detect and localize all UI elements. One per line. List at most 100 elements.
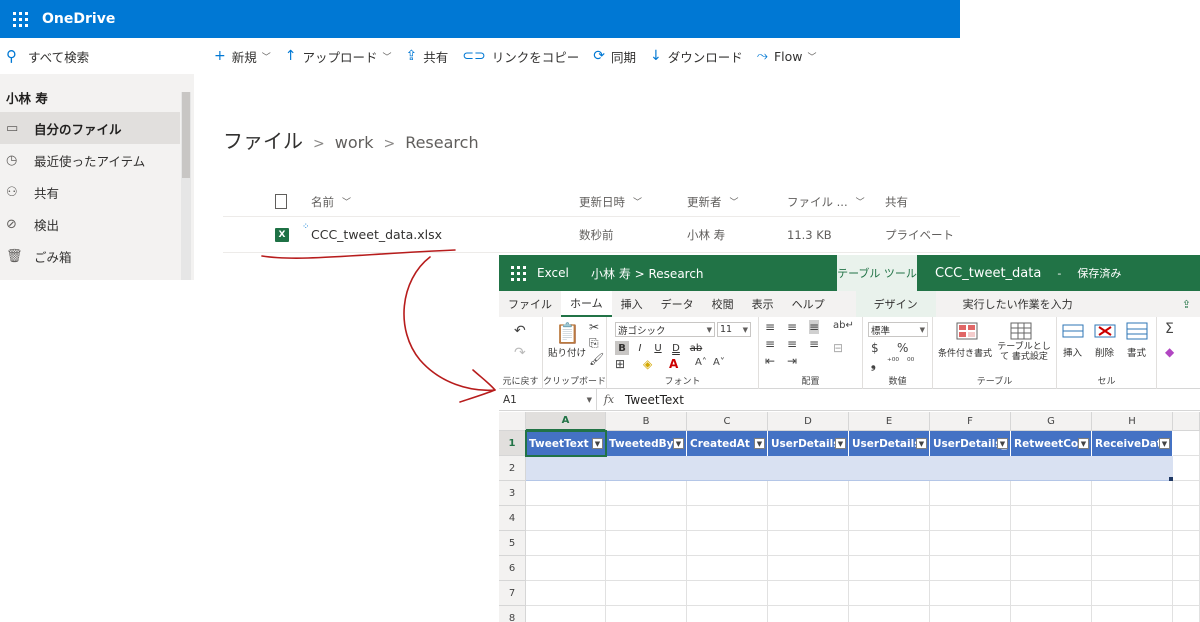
undo-icon[interactable]: ↶ (514, 323, 526, 339)
cell[interactable] (849, 481, 930, 506)
command-0[interactable]: + 新規 ﹀ (214, 47, 271, 66)
row-header-3[interactable]: 3 (499, 481, 526, 506)
copy-icon[interactable]: ⎘ (589, 336, 599, 351)
filter-dropdown-icon[interactable]: ▼ (835, 438, 846, 449)
table-header-cell[interactable]: UserDetails ▼ (768, 431, 849, 456)
cell[interactable] (930, 606, 1011, 622)
cell[interactable] (687, 581, 768, 606)
format-as-table-button[interactable]: テーブルとして 書式設定 (995, 342, 1053, 362)
cell[interactable] (606, 556, 687, 581)
file-name[interactable]: ⁘ CCC_tweet_data.xlsx (302, 222, 442, 242)
format-painter-icon[interactable]: 🖌 (589, 352, 604, 366)
cell[interactable] (1011, 531, 1092, 556)
table-header-cell[interactable]: UserDetails_ ▼ (930, 431, 1011, 456)
cell[interactable] (1011, 556, 1092, 581)
cell[interactable] (606, 581, 687, 606)
nav-item-3[interactable]: ⊘ 検出 (0, 208, 180, 240)
excel-app-launcher-icon[interactable] (499, 265, 537, 281)
table-header-cell[interactable]: ReceiveDate ▼ (1092, 431, 1173, 456)
decrease-indent-icon[interactable]: ⇤ (765, 354, 775, 368)
cell[interactable] (930, 481, 1011, 506)
column-header-E[interactable]: E (849, 412, 930, 431)
filter-dropdown-icon[interactable]: ▼ (997, 438, 1008, 449)
table-header-cell[interactable]: CreatedAt ▼ (687, 431, 768, 456)
underline-button[interactable]: U (651, 341, 665, 355)
tab-review[interactable]: 校閲 (703, 291, 743, 317)
clear-icon[interactable]: ◆ (1165, 345, 1174, 359)
number-format-select[interactable]: 標準 ▼ (868, 322, 928, 337)
filter-dropdown-icon[interactable]: ▼ (673, 438, 684, 449)
column-header-F[interactable]: F (930, 412, 1011, 431)
paste-icon[interactable]: 📋 (555, 321, 580, 345)
wrap-text-icon[interactable]: ab↵ (833, 320, 854, 331)
cell[interactable] (1092, 581, 1173, 606)
table-header-cell[interactable]: TweetedBy ▼ (606, 431, 687, 456)
format-cells-button[interactable]: 書式 (1127, 345, 1146, 359)
breadcrumb-research[interactable]: Research (405, 133, 478, 152)
redo-icon[interactable]: ↷ (514, 345, 526, 361)
cell[interactable] (930, 506, 1011, 531)
scroll-thumb[interactable] (182, 92, 190, 178)
increase-indent-icon[interactable]: ⇥ (787, 354, 797, 368)
document-name[interactable]: CCC_tweet_data (935, 266, 1041, 281)
font-size-select[interactable]: 11 ▼ (717, 322, 751, 337)
bold-button[interactable]: B (615, 341, 629, 355)
double-underline-button[interactable]: D (669, 341, 683, 355)
column-header-B[interactable]: B (606, 412, 687, 431)
insert-cells-button[interactable]: 挿入 (1063, 345, 1082, 359)
cell[interactable] (687, 556, 768, 581)
cell[interactable] (849, 606, 930, 622)
format-cells-icon[interactable] (1125, 321, 1149, 343)
name-box[interactable]: A1 ▼ (499, 388, 597, 411)
borders-icon[interactable]: ⊞ (615, 357, 625, 371)
cell[interactable] (849, 506, 930, 531)
file-row[interactable]: X ⁘ CCC_tweet_data.xlsx 数秒前 小林 寿 11.3 KB … (223, 217, 960, 253)
font-name-select[interactable]: 游ゴシック ▼ (615, 322, 715, 337)
cell[interactable] (1092, 481, 1173, 506)
align-middle-icon[interactable]: ≡ (787, 320, 797, 334)
row-header-8[interactable]: 8 (499, 606, 526, 622)
nav-item-4[interactable]: 🗑 ごみ箱 (0, 240, 180, 272)
column-header-A[interactable]: A (526, 412, 606, 431)
cell[interactable] (1092, 606, 1173, 622)
cell[interactable] (606, 606, 687, 622)
align-bottom-icon[interactable]: ≡ (809, 320, 820, 334)
column-name[interactable]: 名前 ﹀ (311, 187, 351, 216)
increase-font-icon[interactable]: A˄ (695, 357, 707, 368)
cell[interactable] (687, 531, 768, 556)
breadcrumb-work[interactable]: work (335, 133, 374, 152)
excel-location[interactable]: 小林 寿 > Research (591, 265, 837, 282)
tab-data[interactable]: データ (652, 291, 703, 317)
command-1[interactable]: ↑ アップロード ﹀ (285, 47, 392, 66)
align-right-icon[interactable]: ≡ (809, 337, 819, 351)
cell[interactable] (1173, 456, 1200, 481)
table-header-cell[interactable]: RetweetCou ▼ (1011, 431, 1092, 456)
conditional-format-button[interactable]: 条件付き書式 (938, 346, 992, 359)
cell[interactable] (768, 556, 849, 581)
delete-cells-icon[interactable] (1093, 321, 1117, 343)
row-header-7[interactable]: 7 (499, 581, 526, 606)
column-modified[interactable]: 更新日時 ﹀ (579, 187, 642, 216)
select-all-corner[interactable] (499, 412, 526, 431)
cell[interactable] (526, 556, 606, 581)
search-box[interactable]: ⚲ すべて検索 (0, 38, 194, 74)
cell[interactable] (930, 581, 1011, 606)
comma-style-icon[interactable]: ❟ (871, 357, 876, 372)
file-type-header[interactable] (275, 187, 287, 216)
cell[interactable] (606, 481, 687, 506)
cell[interactable] (768, 506, 849, 531)
cell[interactable] (1092, 556, 1173, 581)
cell[interactable] (1011, 606, 1092, 622)
cell[interactable] (526, 581, 606, 606)
percent-button[interactable]: % (897, 341, 908, 355)
cell[interactable] (1173, 581, 1200, 606)
currency-button[interactable]: $ (871, 341, 879, 355)
cell[interactable] (526, 481, 606, 506)
delete-cells-button[interactable]: 削除 (1095, 345, 1114, 359)
cell[interactable] (930, 556, 1011, 581)
filter-dropdown-icon[interactable]: ▼ (916, 438, 927, 449)
table-data-row[interactable] (526, 456, 1173, 481)
column-header-D[interactable]: D (768, 412, 849, 431)
row-header-4[interactable]: 4 (499, 506, 526, 531)
cell[interactable] (1173, 556, 1200, 581)
